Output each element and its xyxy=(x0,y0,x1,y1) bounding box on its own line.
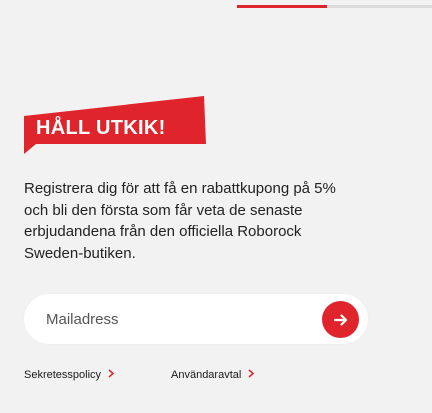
user-agreement-label: Användaravtal xyxy=(171,369,242,381)
headline-banner: HÅLL UTKIK! xyxy=(24,96,206,154)
intro-line: Sweden-butiken. xyxy=(24,244,136,262)
intro-line: Registrera dig för att få en rabattkupon… xyxy=(24,180,336,197)
email-input[interactable] xyxy=(46,294,316,344)
chevron-right-icon xyxy=(248,369,255,381)
arrow-right-icon xyxy=(333,313,347,326)
user-agreement-link[interactable]: Användaravtal xyxy=(171,369,255,381)
privacy-policy-link[interactable]: Sekretesspolicy xyxy=(24,369,115,381)
intro-text: Registrera dig för att få en rabattkupon… xyxy=(24,178,369,264)
progress-indicator xyxy=(237,5,432,8)
headline-title: HÅLL UTKIK! xyxy=(36,117,166,139)
submit-button[interactable] xyxy=(322,301,359,338)
chevron-right-icon xyxy=(108,369,115,381)
intro-line: erbjudandena från den officiella Roboroc… xyxy=(24,223,302,240)
newsletter-form xyxy=(24,294,368,344)
intro-line: och bli den första som får veta de senas… xyxy=(24,201,303,219)
progress-fill xyxy=(237,5,327,8)
privacy-policy-label: Sekretesspolicy xyxy=(24,369,102,381)
